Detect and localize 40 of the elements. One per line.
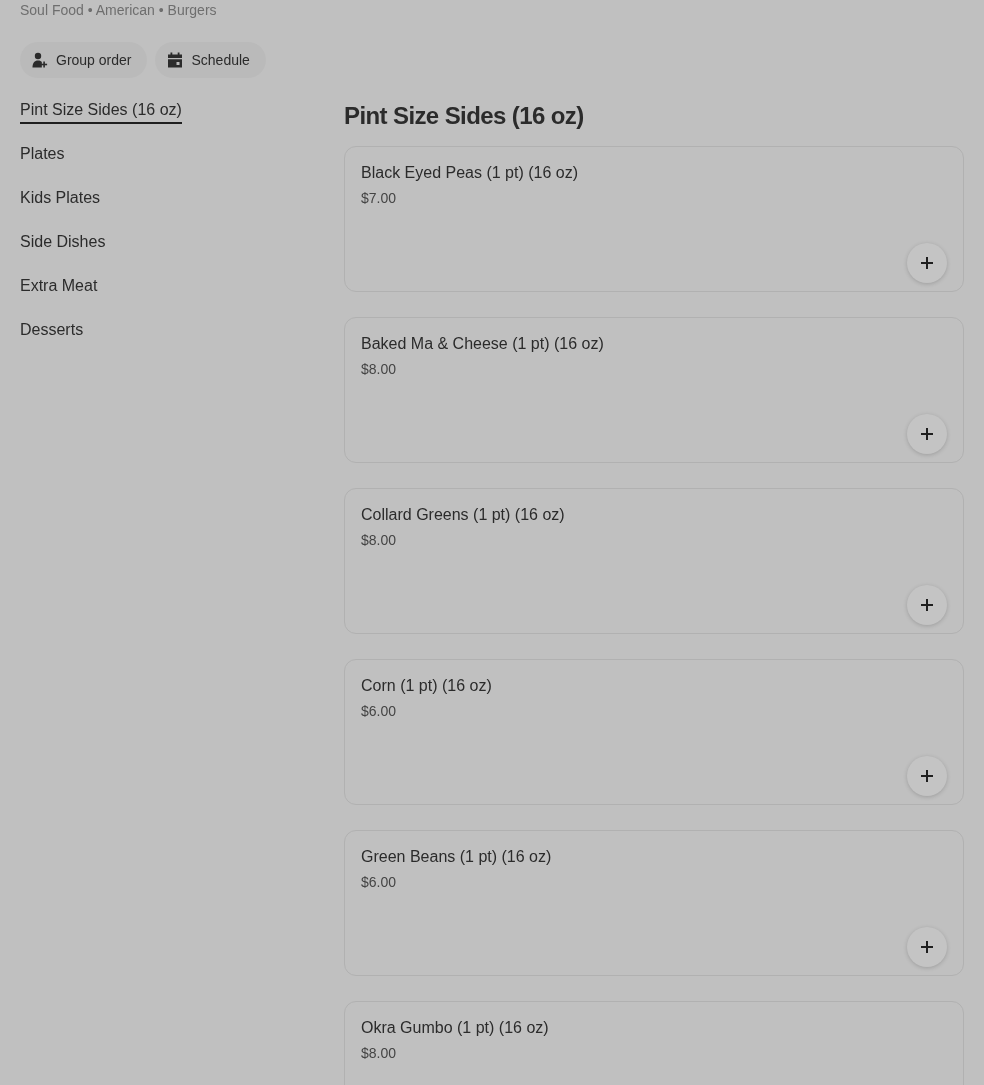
item-price: $6.00 — [361, 702, 398, 721]
category-link[interactable]: Extra Meat — [20, 276, 98, 300]
category-link[interactable]: Plates — [20, 144, 65, 168]
menu-item-card[interactable]: Green Beans (1 pt) (16 oz) $6.00 — [344, 830, 964, 976]
item-name: Corn (1 pt) (16 oz) — [361, 676, 493, 696]
menu-item-card[interactable]: Baked Ma & Cheese (1 pt) (16 oz) $8.00 — [344, 317, 964, 463]
item-price: $7.00 — [361, 189, 398, 208]
add-button[interactable] — [907, 243, 947, 283]
menu-item-card[interactable]: Okra Gumbo (1 pt) (16 oz) $8.00 — [344, 1001, 964, 1085]
add-button[interactable] — [907, 414, 947, 454]
item-name: Collard Greens (1 pt) (16 oz) — [361, 505, 566, 525]
menu-item-card[interactable]: Collard Greens (1 pt) (16 oz) $8.00 — [344, 488, 964, 634]
person-plus-icon — [32, 52, 48, 68]
item-name: Baked Ma & Cheese (1 pt) (16 oz) — [361, 334, 605, 354]
action-button[interactable]: Group order — [20, 42, 148, 78]
add-button[interactable] — [907, 927, 947, 967]
item-name: Black Eyed Peas (1 pt) (16 oz) — [361, 163, 579, 183]
calendar-icon — [167, 52, 184, 68]
category-link[interactable]: Kids Plates — [20, 188, 101, 212]
plus-icon — [921, 428, 933, 440]
menu-item-card[interactable]: Corn (1 pt) (16 oz) $6.00 — [344, 659, 964, 805]
item-name: Okra Gumbo (1 pt) (16 oz) — [361, 1018, 550, 1038]
section-heading: Pint Size Sides (16 oz) — [344, 101, 585, 131]
plus-icon — [921, 599, 933, 611]
cuisine-list: Soul Food • American • Burgers — [20, 0, 964, 20]
plus-icon — [921, 770, 933, 782]
category-link[interactable]: Side Dishes — [20, 232, 106, 256]
plus-icon — [921, 257, 933, 269]
action-button[interactable]: Schedule — [155, 42, 266, 78]
add-button[interactable] — [907, 756, 947, 796]
add-button[interactable] — [907, 585, 947, 625]
menu-item-card[interactable]: Black Eyed Peas (1 pt) (16 oz) $7.00 — [344, 146, 964, 292]
plus-icon — [921, 941, 933, 953]
item-price: $8.00 — [361, 360, 398, 379]
item-price: $8.00 — [361, 1044, 398, 1063]
item-price: $6.00 — [361, 873, 398, 892]
category-link[interactable]: Pint Size Sides (16 oz) — [20, 100, 182, 124]
item-name: Green Beans (1 pt) (16 oz) — [361, 847, 553, 867]
item-price: $8.00 — [361, 531, 398, 550]
category-link[interactable]: Desserts — [20, 320, 84, 344]
